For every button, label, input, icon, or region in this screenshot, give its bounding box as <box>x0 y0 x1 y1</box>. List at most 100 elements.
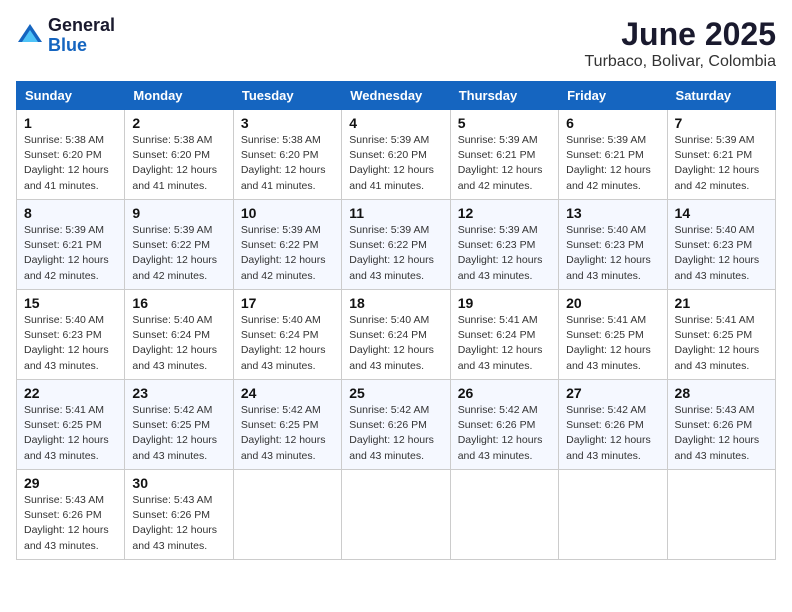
header-monday: Monday <box>125 82 233 110</box>
day-info: Sunrise: 5:38 AMSunset: 6:20 PMDaylight:… <box>24 134 109 192</box>
calendar-week-row: 15 Sunrise: 5:40 AMSunset: 6:23 PMDaylig… <box>17 290 776 380</box>
location-title: Turbaco, Bolivar, Colombia <box>585 53 777 71</box>
table-row <box>342 470 450 560</box>
table-row: 24 Sunrise: 5:42 AMSunset: 6:25 PMDaylig… <box>233 380 341 470</box>
header-wednesday: Wednesday <box>342 82 450 110</box>
table-row: 16 Sunrise: 5:40 AMSunset: 6:24 PMDaylig… <box>125 290 233 380</box>
table-row: 14 Sunrise: 5:40 AMSunset: 6:23 PMDaylig… <box>667 200 775 290</box>
day-info: Sunrise: 5:39 AMSunset: 6:22 PMDaylight:… <box>349 224 434 282</box>
day-info: Sunrise: 5:39 AMSunset: 6:21 PMDaylight:… <box>566 134 651 192</box>
day-info: Sunrise: 5:40 AMSunset: 6:24 PMDaylight:… <box>132 314 217 372</box>
day-info: Sunrise: 5:39 AMSunset: 6:20 PMDaylight:… <box>349 134 434 192</box>
day-number: 13 <box>566 205 659 221</box>
month-title: June 2025 <box>585 16 777 53</box>
header-sunday: Sunday <box>17 82 125 110</box>
day-number: 27 <box>566 385 659 401</box>
day-info: Sunrise: 5:40 AMSunset: 6:23 PMDaylight:… <box>24 314 109 372</box>
day-info: Sunrise: 5:38 AMSunset: 6:20 PMDaylight:… <box>132 134 217 192</box>
day-number: 10 <box>241 205 334 221</box>
table-row: 6 Sunrise: 5:39 AMSunset: 6:21 PMDayligh… <box>559 110 667 200</box>
day-number: 30 <box>132 475 225 491</box>
day-number: 23 <box>132 385 225 401</box>
table-row: 26 Sunrise: 5:42 AMSunset: 6:26 PMDaylig… <box>450 380 558 470</box>
day-info: Sunrise: 5:39 AMSunset: 6:22 PMDaylight:… <box>241 224 326 282</box>
table-row: 21 Sunrise: 5:41 AMSunset: 6:25 PMDaylig… <box>667 290 775 380</box>
day-number: 18 <box>349 295 442 311</box>
table-row: 9 Sunrise: 5:39 AMSunset: 6:22 PMDayligh… <box>125 200 233 290</box>
day-info: Sunrise: 5:40 AMSunset: 6:24 PMDaylight:… <box>241 314 326 372</box>
day-info: Sunrise: 5:42 AMSunset: 6:26 PMDaylight:… <box>566 404 651 462</box>
table-row: 13 Sunrise: 5:40 AMSunset: 6:23 PMDaylig… <box>559 200 667 290</box>
table-row: 2 Sunrise: 5:38 AMSunset: 6:20 PMDayligh… <box>125 110 233 200</box>
table-row: 18 Sunrise: 5:40 AMSunset: 6:24 PMDaylig… <box>342 290 450 380</box>
day-number: 5 <box>458 115 551 131</box>
day-info: Sunrise: 5:43 AMSunset: 6:26 PMDaylight:… <box>24 494 109 552</box>
title-area: June 2025 Turbaco, Bolivar, Colombia <box>585 16 777 71</box>
day-number: 2 <box>132 115 225 131</box>
header-friday: Friday <box>559 82 667 110</box>
day-info: Sunrise: 5:38 AMSunset: 6:20 PMDaylight:… <box>241 134 326 192</box>
table-row: 29 Sunrise: 5:43 AMSunset: 6:26 PMDaylig… <box>17 470 125 560</box>
day-info: Sunrise: 5:40 AMSunset: 6:23 PMDaylight:… <box>675 224 760 282</box>
table-row: 25 Sunrise: 5:42 AMSunset: 6:26 PMDaylig… <box>342 380 450 470</box>
table-row: 19 Sunrise: 5:41 AMSunset: 6:24 PMDaylig… <box>450 290 558 380</box>
calendar-week-row: 1 Sunrise: 5:38 AMSunset: 6:20 PMDayligh… <box>17 110 776 200</box>
table-row: 3 Sunrise: 5:38 AMSunset: 6:20 PMDayligh… <box>233 110 341 200</box>
day-info: Sunrise: 5:42 AMSunset: 6:25 PMDaylight:… <box>241 404 326 462</box>
day-number: 25 <box>349 385 442 401</box>
day-info: Sunrise: 5:42 AMSunset: 6:26 PMDaylight:… <box>349 404 434 462</box>
table-row: 27 Sunrise: 5:42 AMSunset: 6:26 PMDaylig… <box>559 380 667 470</box>
table-row <box>667 470 775 560</box>
logo-text: General Blue <box>48 16 115 56</box>
day-number: 20 <box>566 295 659 311</box>
day-info: Sunrise: 5:40 AMSunset: 6:24 PMDaylight:… <box>349 314 434 372</box>
day-info: Sunrise: 5:41 AMSunset: 6:25 PMDaylight:… <box>24 404 109 462</box>
day-number: 8 <box>24 205 117 221</box>
logo-icon <box>16 22 44 50</box>
day-info: Sunrise: 5:39 AMSunset: 6:21 PMDaylight:… <box>24 224 109 282</box>
table-row: 30 Sunrise: 5:43 AMSunset: 6:26 PMDaylig… <box>125 470 233 560</box>
table-row: 4 Sunrise: 5:39 AMSunset: 6:20 PMDayligh… <box>342 110 450 200</box>
table-row <box>233 470 341 560</box>
table-row: 10 Sunrise: 5:39 AMSunset: 6:22 PMDaylig… <box>233 200 341 290</box>
day-info: Sunrise: 5:41 AMSunset: 6:24 PMDaylight:… <box>458 314 543 372</box>
header-thursday: Thursday <box>450 82 558 110</box>
logo-general: General <box>48 16 115 36</box>
day-info: Sunrise: 5:39 AMSunset: 6:21 PMDaylight:… <box>458 134 543 192</box>
day-info: Sunrise: 5:43 AMSunset: 6:26 PMDaylight:… <box>132 494 217 552</box>
day-info: Sunrise: 5:41 AMSunset: 6:25 PMDaylight:… <box>675 314 760 372</box>
day-number: 21 <box>675 295 768 311</box>
day-number: 24 <box>241 385 334 401</box>
day-number: 6 <box>566 115 659 131</box>
table-row: 1 Sunrise: 5:38 AMSunset: 6:20 PMDayligh… <box>17 110 125 200</box>
calendar-week-row: 8 Sunrise: 5:39 AMSunset: 6:21 PMDayligh… <box>17 200 776 290</box>
table-row <box>559 470 667 560</box>
day-info: Sunrise: 5:43 AMSunset: 6:26 PMDaylight:… <box>675 404 760 462</box>
day-info: Sunrise: 5:41 AMSunset: 6:25 PMDaylight:… <box>566 314 651 372</box>
day-number: 1 <box>24 115 117 131</box>
table-row <box>450 470 558 560</box>
day-number: 29 <box>24 475 117 491</box>
day-number: 17 <box>241 295 334 311</box>
table-row: 15 Sunrise: 5:40 AMSunset: 6:23 PMDaylig… <box>17 290 125 380</box>
logo-blue: Blue <box>48 36 115 56</box>
day-number: 16 <box>132 295 225 311</box>
header-tuesday: Tuesday <box>233 82 341 110</box>
day-number: 15 <box>24 295 117 311</box>
table-row: 17 Sunrise: 5:40 AMSunset: 6:24 PMDaylig… <box>233 290 341 380</box>
table-row: 28 Sunrise: 5:43 AMSunset: 6:26 PMDaylig… <box>667 380 775 470</box>
table-row: 5 Sunrise: 5:39 AMSunset: 6:21 PMDayligh… <box>450 110 558 200</box>
day-info: Sunrise: 5:42 AMSunset: 6:25 PMDaylight:… <box>132 404 217 462</box>
day-number: 12 <box>458 205 551 221</box>
day-info: Sunrise: 5:39 AMSunset: 6:23 PMDaylight:… <box>458 224 543 282</box>
day-number: 22 <box>24 385 117 401</box>
day-info: Sunrise: 5:42 AMSunset: 6:26 PMDaylight:… <box>458 404 543 462</box>
day-info: Sunrise: 5:39 AMSunset: 6:22 PMDaylight:… <box>132 224 217 282</box>
day-number: 28 <box>675 385 768 401</box>
day-info: Sunrise: 5:39 AMSunset: 6:21 PMDaylight:… <box>675 134 760 192</box>
table-row: 12 Sunrise: 5:39 AMSunset: 6:23 PMDaylig… <box>450 200 558 290</box>
calendar-table: Sunday Monday Tuesday Wednesday Thursday… <box>16 81 776 560</box>
calendar-week-row: 22 Sunrise: 5:41 AMSunset: 6:25 PMDaylig… <box>17 380 776 470</box>
day-number: 26 <box>458 385 551 401</box>
table-row: 7 Sunrise: 5:39 AMSunset: 6:21 PMDayligh… <box>667 110 775 200</box>
